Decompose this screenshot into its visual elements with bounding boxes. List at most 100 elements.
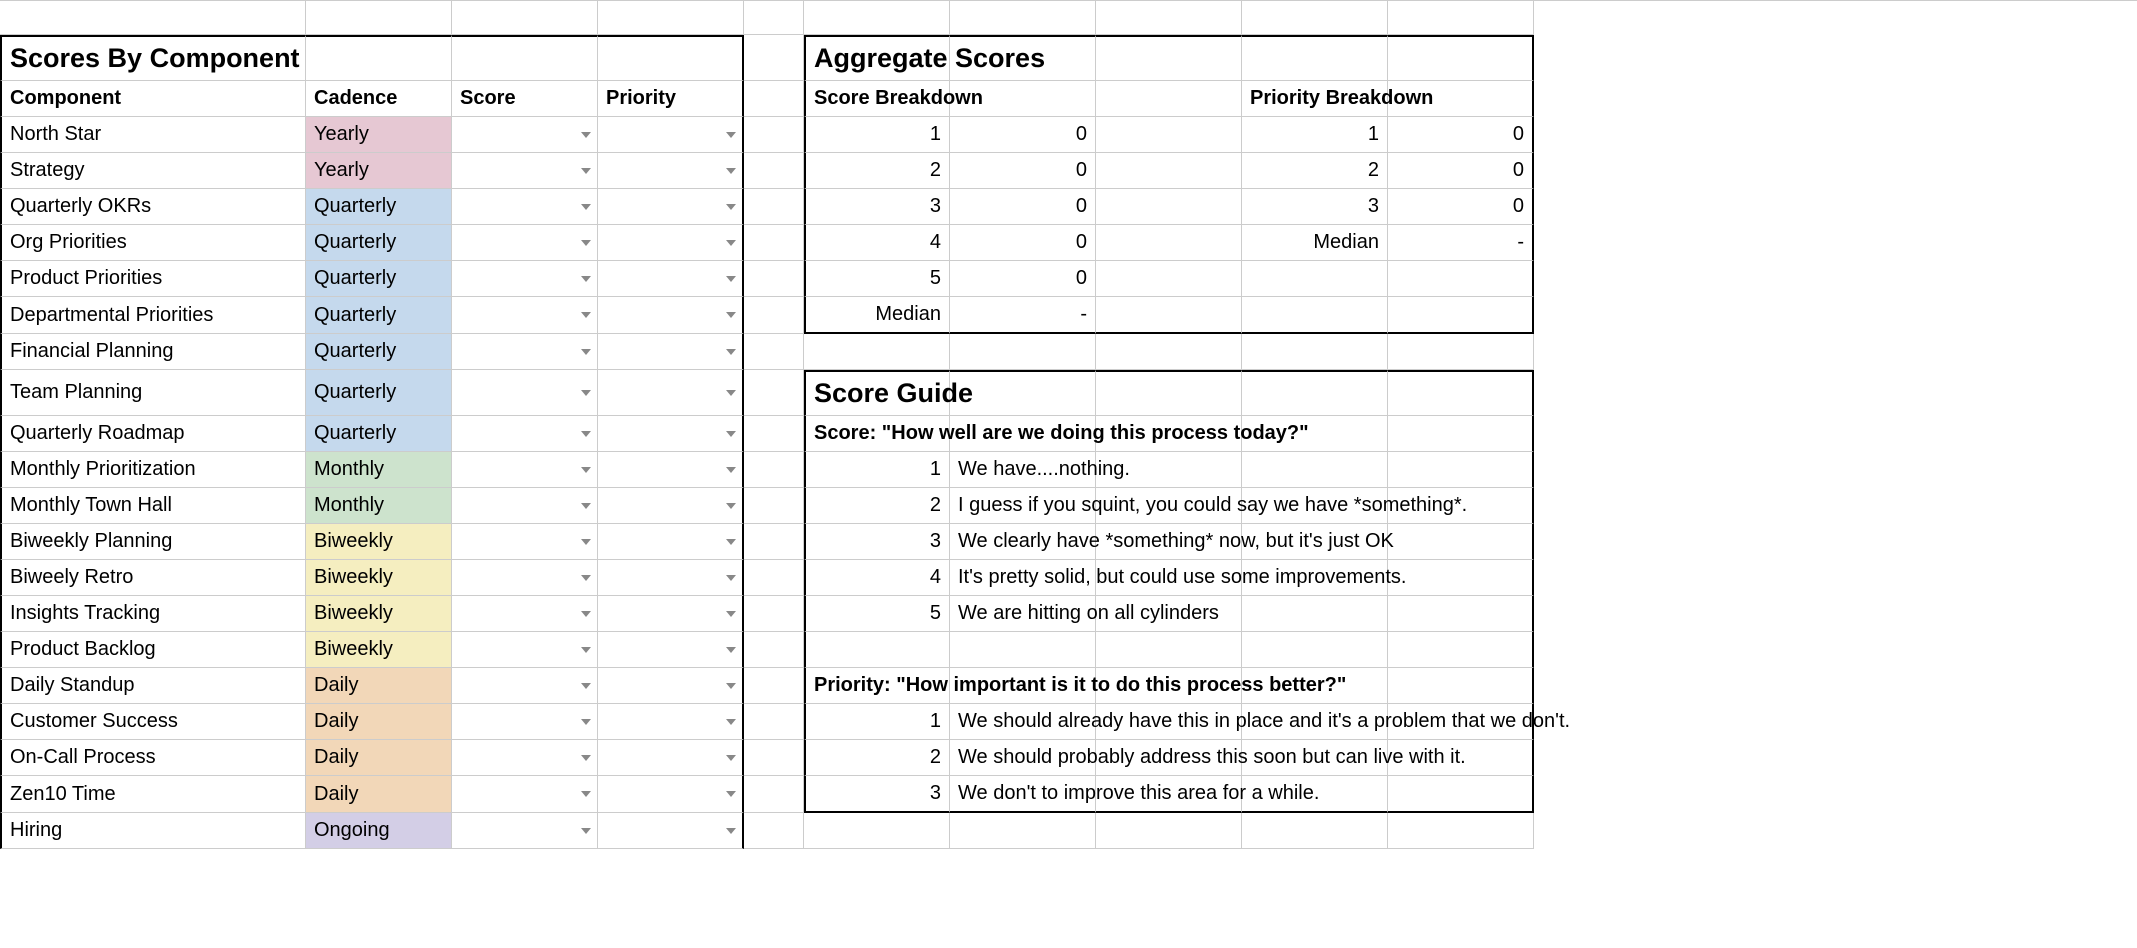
- cadence-cell[interactable]: Quarterly: [306, 261, 452, 297]
- cell[interactable]: [744, 189, 804, 225]
- cell[interactable]: [744, 813, 804, 849]
- cell[interactable]: [744, 370, 804, 416]
- chevron-down-icon[interactable]: [726, 791, 736, 797]
- score-dropdown[interactable]: [452, 668, 598, 704]
- cell[interactable]: [744, 632, 804, 668]
- cell[interactable]: [1096, 117, 1242, 153]
- chevron-down-icon[interactable]: [581, 647, 591, 653]
- cell[interactable]: [306, 35, 452, 81]
- cadence-cell[interactable]: Quarterly: [306, 416, 452, 452]
- cell[interactable]: [744, 81, 804, 117]
- cell[interactable]: [744, 596, 804, 632]
- score-dropdown[interactable]: [452, 813, 598, 849]
- cell[interactable]: [950, 668, 1096, 704]
- priority-dropdown[interactable]: [598, 524, 744, 560]
- cell[interactable]: [1388, 35, 1534, 81]
- cell[interactable]: [744, 117, 804, 153]
- cell[interactable]: [744, 1, 804, 35]
- score-dropdown[interactable]: [452, 416, 598, 452]
- cell[interactable]: [1242, 776, 1388, 813]
- component-cell[interactable]: On-Call Process: [0, 740, 306, 776]
- cell[interactable]: [1096, 488, 1242, 524]
- cell[interactable]: [1096, 704, 1242, 740]
- chevron-down-icon[interactable]: [581, 503, 591, 509]
- cell[interactable]: [950, 81, 1096, 117]
- priority-dropdown[interactable]: [598, 776, 744, 813]
- score-dropdown[interactable]: [452, 596, 598, 632]
- cell[interactable]: [1388, 488, 1534, 524]
- priority-dropdown[interactable]: [598, 704, 744, 740]
- chevron-down-icon[interactable]: [581, 791, 591, 797]
- score-dropdown[interactable]: [452, 524, 598, 560]
- cell[interactable]: [744, 668, 804, 704]
- cell[interactable]: [744, 225, 804, 261]
- priority-dropdown[interactable]: [598, 596, 744, 632]
- component-cell[interactable]: North Star: [0, 117, 306, 153]
- cell[interactable]: [1096, 416, 1242, 452]
- cell[interactable]: [1388, 1, 1534, 35]
- cell[interactable]: [452, 35, 598, 81]
- component-cell[interactable]: Quarterly Roadmap: [0, 416, 306, 452]
- chevron-down-icon[interactable]: [581, 467, 591, 473]
- cell[interactable]: [950, 1, 1096, 35]
- cell[interactable]: [1096, 153, 1242, 189]
- chevron-down-icon[interactable]: [726, 168, 736, 174]
- cell[interactable]: [804, 1, 950, 35]
- component-cell[interactable]: Team Planning: [0, 370, 306, 416]
- score-dropdown[interactable]: [452, 704, 598, 740]
- cadence-cell[interactable]: Biweekly: [306, 560, 452, 596]
- cell[interactable]: [744, 740, 804, 776]
- cell[interactable]: [1242, 334, 1388, 370]
- cell[interactable]: [1096, 261, 1242, 297]
- chevron-down-icon[interactable]: [726, 719, 736, 725]
- cell[interactable]: [1096, 524, 1242, 560]
- cell[interactable]: [1242, 596, 1388, 632]
- cell[interactable]: [1096, 452, 1242, 488]
- cell[interactable]: [306, 1, 452, 35]
- cell[interactable]: [950, 370, 1096, 416]
- cell[interactable]: [1388, 632, 1534, 668]
- chevron-down-icon[interactable]: [726, 349, 736, 355]
- cell[interactable]: [1096, 297, 1242, 334]
- priority-dropdown[interactable]: [598, 189, 744, 225]
- priority-dropdown[interactable]: [598, 261, 744, 297]
- component-cell[interactable]: Org Priorities: [0, 225, 306, 261]
- cell[interactable]: [1388, 776, 1534, 813]
- chevron-down-icon[interactable]: [581, 349, 591, 355]
- chevron-down-icon[interactable]: [726, 240, 736, 246]
- cell[interactable]: [1388, 334, 1534, 370]
- priority-dropdown[interactable]: [598, 297, 744, 334]
- cell[interactable]: [1096, 35, 1242, 81]
- cadence-cell[interactable]: Daily: [306, 740, 452, 776]
- cell[interactable]: [1242, 416, 1388, 452]
- cell[interactable]: [1242, 370, 1388, 416]
- priority-dropdown[interactable]: [598, 813, 744, 849]
- chevron-down-icon[interactable]: [726, 390, 736, 396]
- chevron-down-icon[interactable]: [581, 719, 591, 725]
- component-cell[interactable]: Daily Standup: [0, 668, 306, 704]
- score-dropdown[interactable]: [452, 117, 598, 153]
- chevron-down-icon[interactable]: [726, 431, 736, 437]
- cell[interactable]: [1388, 452, 1534, 488]
- component-cell[interactable]: Monthly Prioritization: [0, 452, 306, 488]
- score-dropdown[interactable]: [452, 560, 598, 596]
- cadence-cell[interactable]: Biweekly: [306, 632, 452, 668]
- cell[interactable]: [744, 35, 804, 81]
- chevron-down-icon[interactable]: [726, 467, 736, 473]
- cell[interactable]: [598, 1, 744, 35]
- score-dropdown[interactable]: [452, 297, 598, 334]
- cadence-cell[interactable]: Quarterly: [306, 189, 452, 225]
- score-dropdown[interactable]: [452, 370, 598, 416]
- priority-dropdown[interactable]: [598, 488, 744, 524]
- chevron-down-icon[interactable]: [581, 168, 591, 174]
- cadence-cell[interactable]: Ongoing: [306, 813, 452, 849]
- cell[interactable]: [1242, 488, 1388, 524]
- component-cell[interactable]: Strategy: [0, 153, 306, 189]
- cadence-cell[interactable]: Monthly: [306, 488, 452, 524]
- chevron-down-icon[interactable]: [581, 683, 591, 689]
- cell[interactable]: [744, 416, 804, 452]
- chevron-down-icon[interactable]: [726, 276, 736, 282]
- cell[interactable]: [744, 704, 804, 740]
- component-cell[interactable]: Departmental Priorities: [0, 297, 306, 334]
- score-dropdown[interactable]: [452, 776, 598, 813]
